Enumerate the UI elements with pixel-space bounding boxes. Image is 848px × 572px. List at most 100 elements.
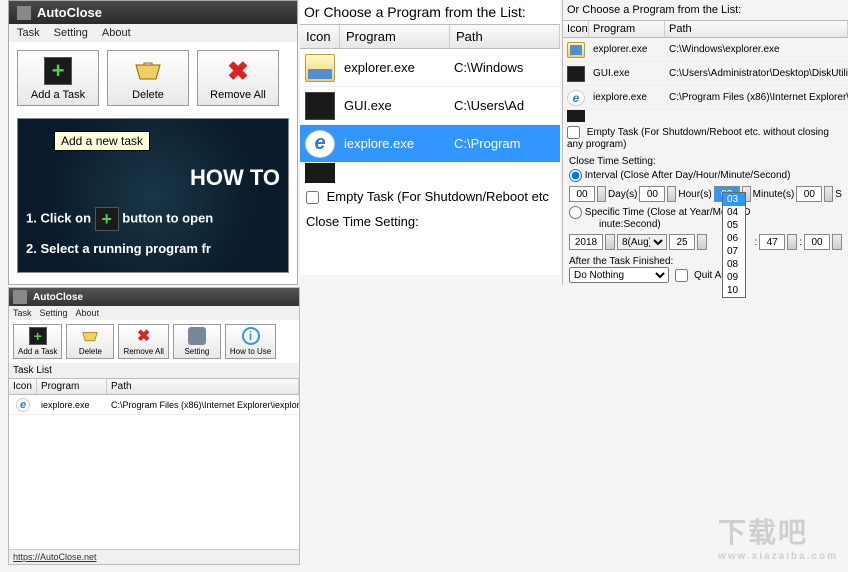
- tsec-input[interactable]: [804, 234, 830, 250]
- plus-icon: [44, 57, 72, 85]
- dropdown-item[interactable]: 06: [723, 232, 745, 245]
- col-path[interactable]: Path: [450, 25, 560, 48]
- dropdown-item[interactable]: 10: [723, 284, 745, 297]
- tmin-input[interactable]: [759, 234, 785, 250]
- dropdown-item[interactable]: 05: [723, 219, 745, 232]
- spinner[interactable]: [605, 234, 615, 250]
- empty-task-checkbox[interactable]: [306, 191, 319, 204]
- table-row[interactable]: iexplore.exe C:\Program Files (x86)\Inte…: [9, 395, 299, 415]
- menu-about[interactable]: About: [102, 27, 131, 39]
- col-path[interactable]: Path: [107, 379, 299, 394]
- remove-all-button[interactable]: ✖ Remove All: [197, 50, 279, 106]
- table-row[interactable]: iexplore.exe C:\Program Files (x86)\Inte…: [563, 86, 848, 110]
- spinner[interactable]: [667, 186, 676, 202]
- menu-about[interactable]: About: [76, 308, 100, 318]
- spinner[interactable]: [597, 186, 606, 202]
- day-label: Day(s): [608, 189, 637, 200]
- delete-label: Delete: [79, 347, 102, 356]
- prog-path: C:\Users\Ad: [450, 98, 560, 113]
- col-path[interactable]: Path: [665, 21, 848, 37]
- table-row[interactable]: GUI.exe C:\Users\Ad: [300, 87, 560, 125]
- plus-icon-inline: [95, 207, 119, 231]
- add-task-button[interactable]: Add a Task: [17, 50, 99, 106]
- col-icon[interactable]: Icon: [9, 379, 37, 394]
- howto-button[interactable]: i How to Use: [225, 324, 276, 359]
- menubar: Task Setting About: [9, 24, 297, 42]
- dropdown-item[interactable]: 09: [723, 271, 745, 284]
- tasklist-body: iexplore.exe C:\Program Files (x86)\Inte…: [9, 395, 299, 560]
- statusbar-link[interactable]: https://AutoClose.net: [9, 549, 299, 564]
- hour-input[interactable]: [639, 186, 665, 202]
- col-program[interactable]: Program: [340, 25, 450, 48]
- howto-step1-a: 1. Click on: [26, 210, 95, 225]
- add-task-button[interactable]: Add a Task: [13, 324, 62, 359]
- specific-radio[interactable]: [569, 206, 582, 219]
- col-icon[interactable]: Icon: [300, 25, 340, 48]
- menu-setting[interactable]: Setting: [40, 308, 68, 318]
- dropdown-item[interactable]: 07: [723, 245, 745, 258]
- howto-step2: 2. Select a running program fr: [26, 241, 280, 256]
- menu-task[interactable]: Task: [17, 27, 40, 39]
- watermark-text: 下载吧: [718, 517, 808, 548]
- dropdown-item[interactable]: 08: [723, 258, 745, 271]
- col-program[interactable]: Program: [589, 21, 665, 37]
- dropdown-item[interactable]: 03: [723, 193, 745, 206]
- empty-task-label: Empty Task (For Shutdown/Reboot etc. wit…: [567, 127, 829, 150]
- dom-input[interactable]: [669, 234, 695, 250]
- autoclose-tasklist-window: AutoClose Task Setting About Add a Task …: [8, 287, 300, 565]
- help-icon: i: [242, 327, 260, 345]
- prog-name: iexplore.exe: [589, 92, 665, 103]
- howto-heading: HOW TO: [26, 165, 280, 191]
- menu-task[interactable]: Task: [13, 308, 32, 318]
- autoclose-main-window: AutoClose Task Setting About Add a Task …: [8, 0, 298, 285]
- interval-radio[interactable]: [569, 169, 582, 182]
- col-program[interactable]: Program: [37, 379, 107, 394]
- tasklist-label: Task List: [9, 363, 299, 378]
- table-row-selected[interactable]: iexplore.exe C:\Program: [300, 125, 560, 163]
- explorer-icon: [305, 54, 335, 82]
- menu-setting[interactable]: Setting: [54, 27, 88, 39]
- table-row[interactable]: explorer.exe C:\Windows: [300, 49, 560, 87]
- app-title: AutoClose: [37, 5, 102, 20]
- prog-path: C:\Windows: [450, 60, 560, 75]
- year-input[interactable]: [569, 234, 603, 250]
- program-list-header: Or Choose a Program from the List:: [300, 0, 560, 24]
- spinner[interactable]: [697, 234, 707, 250]
- howto-step1: 1. Click on button to open: [26, 207, 280, 231]
- empty-task-checkbox[interactable]: [567, 126, 580, 139]
- spinner[interactable]: [787, 234, 797, 250]
- table-row[interactable]: GUI.exe C:\Users\Administrator\Desktop\D…: [563, 62, 848, 86]
- watermark: 下载吧 www.xiazaiba.com: [718, 511, 838, 562]
- second-input[interactable]: [796, 186, 822, 202]
- remove-all-label: Remove All: [123, 347, 163, 356]
- howto-label: How to Use: [230, 347, 271, 356]
- delete-button[interactable]: Delete: [107, 50, 189, 106]
- prog-name: GUI.exe: [589, 68, 665, 79]
- ie-icon: [16, 398, 30, 412]
- col-icon[interactable]: Icon: [563, 21, 589, 37]
- app-title: AutoClose: [33, 292, 83, 303]
- gui-icon: [567, 66, 585, 82]
- menubar: Task Setting About: [9, 306, 299, 320]
- day-input[interactable]: [569, 186, 595, 202]
- hour-label: Hour(s): [678, 189, 711, 200]
- watermark-sub: www.xiazaiba.com: [718, 551, 838, 562]
- close-time-label: Close Time Setting:: [569, 156, 842, 167]
- plus-icon: [29, 327, 47, 345]
- dropdown-item[interactable]: 04: [723, 206, 745, 219]
- delete-button[interactable]: Delete: [66, 324, 114, 359]
- spinner[interactable]: [824, 186, 833, 202]
- partial-row: [567, 110, 585, 122]
- spinner[interactable]: [832, 234, 842, 250]
- table-row[interactable]: explorer.exe C:\Windows\explorer.exe: [563, 38, 848, 62]
- setting-button[interactable]: Setting: [173, 324, 221, 359]
- add-task-label: Add a Task: [31, 89, 85, 101]
- add-task-tooltip: Add a new task: [54, 131, 150, 151]
- remove-all-button[interactable]: ✖ Remove All: [118, 324, 168, 359]
- after-task-select[interactable]: Do Nothing: [569, 267, 669, 283]
- quit-checkbox[interactable]: [675, 269, 688, 282]
- x-icon: ✖: [224, 57, 252, 85]
- empty-task-line-sm: Empty Task (For Shutdown/Reboot etc. wit…: [563, 122, 848, 154]
- month-select[interactable]: 8(Aug): [617, 234, 667, 250]
- minute-dropdown[interactable]: 03 04 05 06 07 08 09 10: [722, 192, 746, 298]
